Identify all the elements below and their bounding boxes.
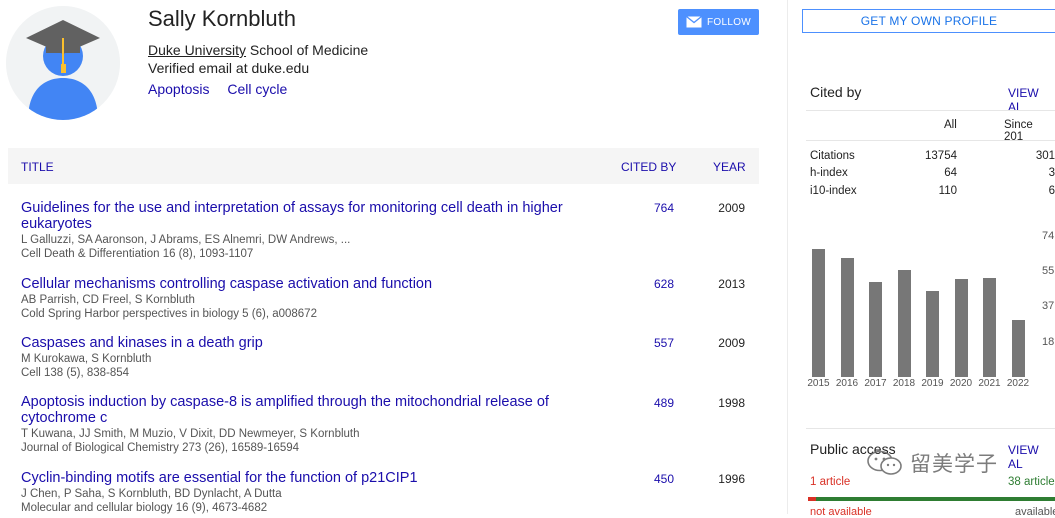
- metric-label-citations[interactable]: Citations: [810, 150, 855, 162]
- article-title[interactable]: Cellular mechanisms controlling caspase …: [21, 276, 581, 292]
- table-row: Cyclin-binding motifs are essential for …: [21, 470, 581, 515]
- chart-year-label: 2021: [978, 378, 1001, 389]
- metric-citations-all: 13754: [925, 150, 957, 162]
- affiliation-rest: School of Medicine: [246, 42, 369, 58]
- get-my-own-profile-button[interactable]: GET MY OWN PROFILE: [802, 9, 1055, 33]
- interest-cell-cycle[interactable]: Cell cycle: [227, 81, 287, 97]
- article-cited-count[interactable]: 628: [614, 277, 674, 291]
- chart-bar-2020[interactable]: [954, 279, 968, 377]
- article-authors: L Galluzzi, SA Aaronson, J Abrams, ES Al…: [21, 234, 351, 246]
- article-year: 2009: [718, 336, 745, 350]
- avatar-graduate-icon: [6, 6, 120, 120]
- divider: [806, 140, 1055, 141]
- chart-year-label: 2016: [835, 378, 859, 389]
- cited-by-title: Cited by: [810, 84, 862, 100]
- table-row: Caspases and kinases in a death grip M K…: [21, 335, 581, 380]
- metric-label-h-index[interactable]: h-index: [810, 167, 848, 179]
- article-cited-count[interactable]: 489: [614, 396, 674, 410]
- header-cited-by[interactable]: CITED BY: [621, 160, 676, 174]
- available-label: available: [1015, 506, 1055, 518]
- article-authors: AB Parrish, CD Freel, S Kornbluth: [21, 294, 195, 306]
- table-row: Cellular mechanisms controlling caspase …: [21, 276, 581, 321]
- chart-bar-2016[interactable]: [840, 258, 854, 377]
- not-available-count: 1 article: [810, 476, 851, 488]
- access-progress-bar: [808, 497, 1055, 501]
- citations-per-year-chart: 2015 2016 2017 2018 2019 2020 2021 2022 74 55 37 18: [806, 228, 1055, 393]
- metric-citations-since: 301: [1035, 150, 1055, 162]
- article-venue: Cold Spring Harbor perspectives in biolo…: [21, 308, 317, 320]
- article-venue: Cell Death & Differentiation 16 (8), 109…: [21, 248, 254, 260]
- header-title[interactable]: TITLE: [21, 160, 54, 174]
- chart-bar-2022[interactable]: [1011, 320, 1025, 377]
- chart-year-label: 2017: [864, 378, 887, 389]
- follow-label: FOLLOW: [706, 16, 752, 28]
- wechat-icon: [867, 450, 902, 475]
- profile-email: Verified email at duke.edu: [148, 60, 310, 76]
- interest-apoptosis[interactable]: Apoptosis: [148, 81, 209, 97]
- watermark-text: 留美学子: [910, 453, 998, 476]
- chart-y-tick: 74: [1042, 230, 1055, 242]
- article-year: 1998: [718, 396, 745, 410]
- article-cited-count[interactable]: 557: [614, 336, 674, 350]
- profile-avatar: [6, 6, 120, 120]
- article-venue: Cell 138 (5), 838-854: [21, 367, 130, 379]
- divider: [806, 110, 1055, 111]
- chart-y-tick: 37: [1042, 300, 1055, 312]
- article-year: 2013: [718, 277, 745, 291]
- col-header-all: All: [944, 119, 957, 131]
- chart-year-label: 2018: [892, 378, 916, 389]
- chart-bar-2019[interactable]: [926, 291, 939, 377]
- article-venue: Molecular and cellular biology 16 (9), 4…: [21, 502, 268, 514]
- chart-year-label: 2019: [921, 378, 944, 389]
- article-title[interactable]: Guidelines for the use and interpretatio…: [21, 200, 581, 232]
- table-row: Apoptosis induction by caspase-8 is ampl…: [21, 394, 581, 455]
- article-title[interactable]: Cyclin-binding motifs are essential for …: [21, 470, 581, 486]
- public-access-view-all-link[interactable]: VIEW AL: [1008, 443, 1055, 471]
- affiliation-link[interactable]: Duke University: [148, 42, 246, 58]
- article-year: 1996: [718, 472, 745, 486]
- metric-i10-index-since: 6: [1048, 185, 1055, 197]
- divider: [806, 428, 1055, 429]
- metric-h-index-all: 64: [944, 167, 957, 179]
- profile-interests: Apoptosis Cell cycle: [148, 81, 301, 97]
- article-authors: J Chen, P Saha, S Kornbluth, BD Dynlacht…: [21, 488, 282, 500]
- article-cited-count[interactable]: 450: [614, 472, 674, 486]
- articles-table-header: TITLE CITED BY YEAR: [8, 148, 759, 184]
- available-count: 38 article: [1008, 476, 1055, 488]
- article-authors: M Kurokawa, S Kornbluth: [21, 353, 152, 365]
- article-title[interactable]: Apoptosis induction by caspase-8 is ampl…: [21, 394, 581, 426]
- profile-affiliation: Duke University School of Medicine: [148, 42, 368, 58]
- article-year: 2009: [718, 201, 745, 215]
- metric-i10-index-all: 110: [938, 185, 957, 197]
- article-title[interactable]: Caspases and kinases in a death grip: [21, 335, 581, 351]
- article-cited-count[interactable]: 764: [614, 201, 674, 215]
- chart-y-tick: 55: [1042, 265, 1055, 277]
- table-row: Guidelines for the use and interpretatio…: [21, 200, 581, 261]
- column-divider: [787, 0, 788, 514]
- chart-year-label: 2020: [949, 378, 973, 389]
- article-authors: T Kuwana, JJ Smith, M Muzio, V Dixit, DD…: [21, 428, 360, 440]
- follow-button[interactable]: FOLLOW: [678, 9, 759, 35]
- chart-y-tick: 18: [1042, 336, 1055, 348]
- watermark: 留美学子: [866, 448, 998, 478]
- access-progress-not-available: [808, 497, 816, 501]
- chart-bar-2017[interactable]: [869, 282, 882, 377]
- not-available-label: not available: [810, 506, 872, 518]
- chart-bar-2015[interactable]: [812, 249, 825, 377]
- chart-year-label: 2015: [807, 378, 830, 389]
- profile-name: Sally Kornbluth: [148, 6, 296, 31]
- envelope-icon: [686, 16, 702, 28]
- chart-bar-2018[interactable]: [897, 270, 911, 377]
- metric-label-i10-index[interactable]: i10-index: [810, 185, 857, 197]
- chart-bar-2021[interactable]: [983, 277, 996, 377]
- chart-year-label: 2022: [1006, 378, 1030, 389]
- metric-h-index-since: 3: [1048, 167, 1055, 179]
- header-year[interactable]: YEAR: [713, 160, 746, 174]
- article-venue: Journal of Biological Chemistry 273 (26)…: [21, 442, 300, 454]
